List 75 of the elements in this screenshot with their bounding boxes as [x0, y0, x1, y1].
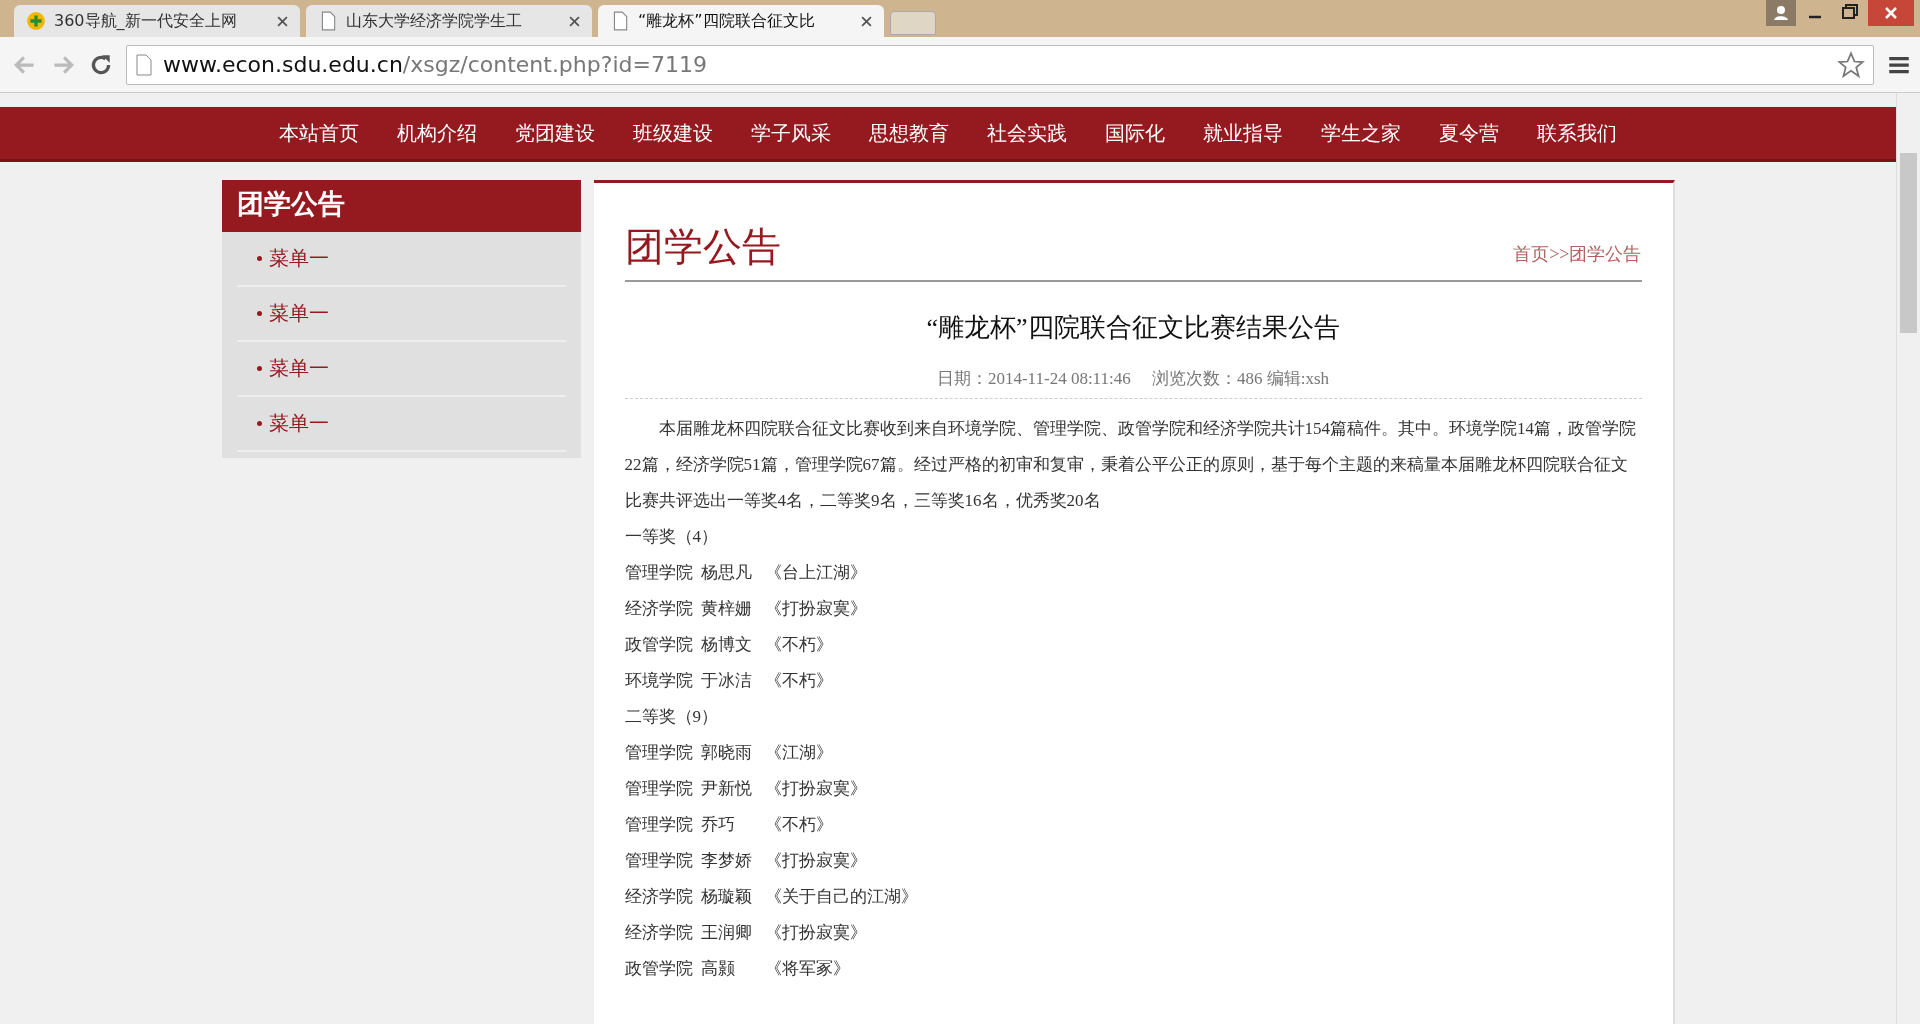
close-icon[interactable]	[569, 15, 580, 27]
work-title: 《打扮寂寞》	[764, 598, 867, 620]
sidebar-header: 团学公告	[221, 180, 581, 232]
close-icon[interactable]	[277, 15, 288, 27]
college-name: 政管学院	[624, 958, 693, 980]
college-name: 管理学院	[624, 814, 693, 836]
work-title: 《不朽》	[764, 634, 833, 656]
college-name: 经济学院	[624, 886, 693, 908]
close-window-icon[interactable]	[1868, 0, 1914, 26]
student-name: 杨博文	[700, 634, 753, 656]
scrollbar[interactable]	[1896, 93, 1920, 1024]
article-paragraph: 本届雕龙杯四院联合征文比赛收到来自环境学院、管理学院、政管学院和经济学院共计154篇稿件。其中。环境学院14篇，政管学院22篇，经济学院51篇，管理学院67篇。经过严格的初审和复审，秉着公平公正的原则，基于每个主题的来稿量本届雕龙杯四院联合征文比赛共评选出一等奖4名，二等奖9名，三等奖16名，优秀奖20名	[624, 418, 1637, 512]
student-name: 李梦娇	[700, 850, 753, 872]
student-name: 黄梓姗	[700, 598, 753, 620]
nav-link[interactable]: 社会实践	[968, 119, 1086, 147]
bullet-icon	[256, 311, 262, 316]
nav-link[interactable]: 党团建设	[496, 119, 614, 147]
work-title: 《打扮寂寞》	[764, 850, 867, 872]
user-icon[interactable]	[1766, 0, 1796, 26]
nav-link[interactable]: 班级建设	[614, 119, 732, 147]
work-title: 《打扮寂寞》	[764, 922, 867, 944]
work-title: 《台上江湖》	[764, 562, 867, 584]
college-name: 管理学院	[624, 742, 693, 764]
address-bar[interactable]: www.econ.sdu.edu.cn/xsgz/content.php?id=7119	[126, 44, 1874, 85]
plus-logo-icon	[26, 11, 46, 31]
close-icon[interactable]	[861, 15, 872, 27]
student-name: 乔巧	[700, 814, 736, 836]
work-title: 《江湖》	[764, 742, 833, 764]
nav-link[interactable]: 本站首页	[260, 119, 378, 147]
award-heading: 二等奖（9）	[624, 706, 719, 728]
college-name: 经济学院	[624, 922, 693, 944]
page-icon	[135, 53, 153, 76]
student-name: 于冰洁	[700, 670, 753, 692]
nav-link[interactable]: 学生之家	[1302, 119, 1420, 147]
student-name: 郭晓雨	[700, 742, 753, 764]
article-meta: 日期：2014-11-24 08:11:46 浏览次数：486 编辑:xsh	[624, 367, 1642, 399]
student-name: 杨璇颖	[700, 886, 753, 908]
section-title: 团学公告	[624, 227, 781, 266]
sidebar-item[interactable]: 菜单一	[268, 355, 329, 382]
college-name: 管理学院	[624, 562, 693, 584]
college-name: 管理学院	[624, 850, 693, 872]
work-title: 《将军冢》	[764, 958, 850, 980]
college-name: 政管学院	[624, 634, 693, 656]
nav-link[interactable]: 国际化	[1086, 119, 1184, 147]
url-text: www.econ.sdu.edu.cn/xsgz/content.php?id=7119	[163, 52, 708, 77]
student-name: 尹新悦	[700, 778, 753, 800]
student-name: 高颢	[700, 958, 736, 980]
award-heading: 一等奖（4）	[624, 526, 719, 548]
article-title: “雕龙杯”四院联合征文比赛结果公告	[925, 312, 1341, 344]
work-title: 《关于自己的江湖》	[764, 886, 918, 908]
nav-link[interactable]: 联系我们	[1518, 119, 1636, 147]
nav-link[interactable]: 机构介绍	[378, 119, 496, 147]
star-icon[interactable]	[1837, 50, 1865, 79]
bullet-icon	[256, 256, 262, 261]
nav-link[interactable]: 学子风采	[732, 119, 850, 147]
sidebar-item[interactable]: 菜单一	[268, 300, 329, 327]
nav-link[interactable]: 就业指导	[1184, 119, 1302, 147]
bullet-icon	[256, 421, 262, 426]
college-name: 管理学院	[624, 778, 693, 800]
browser-tab[interactable]: “雕龙杯”四院联合征文比	[598, 5, 884, 37]
student-name: 杨思凡	[700, 562, 753, 584]
student-name: 王润卿	[700, 922, 753, 944]
college-name: 经济学院	[624, 598, 693, 620]
sidebar-item[interactable]: 菜单一	[268, 245, 329, 272]
nav-link[interactable]: 思想教育	[850, 119, 968, 147]
work-title: 《不朽》	[764, 814, 833, 836]
breadcrumb[interactable]: 首页>>团学公告	[1513, 242, 1642, 266]
work-title: 《不朽》	[764, 670, 833, 692]
bullet-icon	[256, 366, 262, 371]
browser-tab[interactable]: 山东大学经济学院学生工	[306, 5, 592, 37]
browser-tab[interactable]: 360导航_新一代安全上网	[14, 5, 300, 37]
work-title: 《打扮寂寞》	[764, 778, 867, 800]
college-name: 环境学院	[624, 670, 693, 692]
sidebar-item[interactable]: 菜单一	[268, 410, 329, 437]
nav-link[interactable]: 夏令营	[1420, 119, 1518, 147]
